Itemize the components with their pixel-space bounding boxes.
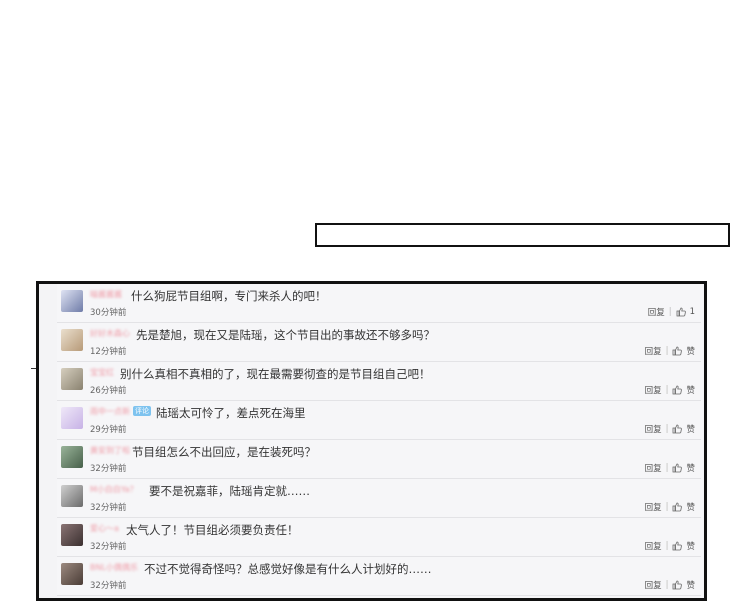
comment-actions: 回复 | 赞 [645, 462, 695, 474]
comment-row: BNL小偶偶乐 不过不觉得奇怪吗？总感觉好像是有什么人计划好的…… 32分钟前 … [57, 557, 701, 596]
divider: | [665, 424, 669, 434]
reply-button[interactable]: 回复 [645, 345, 662, 357]
comment-username[interactable]: M小白白Ya？ [90, 484, 138, 495]
divider: | [665, 463, 669, 473]
avatar[interactable] [61, 485, 83, 507]
reply-button[interactable]: 回复 [645, 579, 662, 591]
thumbs-up-icon[interactable] [676, 307, 686, 317]
divider: | [665, 541, 669, 551]
reply-button[interactable]: 回复 [645, 462, 662, 474]
comment-row: 宝宝红 别什么真相不真相的了，现在最需要彻查的是节目组自己吧！ 26分钟前 回复… [57, 362, 701, 401]
comment-row: 黄安到了啦 节目组怎么不出回应，是在装死吗？ 32分钟前 回复 | 赞 [57, 440, 701, 479]
comment-text: 节目组怎么不出回应，是在装死吗？ [132, 445, 316, 459]
reply-button[interactable]: 回复 [645, 501, 662, 513]
comment-actions: 回复 | 赞 [645, 540, 695, 552]
avatar[interactable] [61, 290, 83, 312]
divider: | [668, 307, 672, 317]
comment-actions: 回复 | 1 [648, 306, 695, 318]
comment-actions: 回复 | 赞 [645, 384, 695, 396]
like-label: 赞 [686, 503, 695, 513]
avatar[interactable] [61, 368, 83, 390]
comment-username[interactable]: 宝宝红 [90, 367, 114, 378]
comment-time: 12分钟前 [90, 347, 127, 357]
comment-text: 太气人了！节目组必须要负责任！ [126, 523, 299, 537]
avatar[interactable] [61, 407, 83, 429]
comment-username[interactable]: 喵酱酱酱 [90, 289, 122, 300]
comment-actions: 回复 | 赞 [645, 345, 695, 357]
comment-text: 先是楚旭，现在又是陆瑶，这个节目出的事故还不够多吗？ [136, 328, 435, 342]
comment-username[interactable]: 爱心～a [90, 523, 119, 534]
comment-text: 不过不觉得奇怪吗？总感觉好像是有什么人计划好的…… [144, 562, 432, 576]
divider: | [665, 502, 669, 512]
thumbs-up-icon[interactable] [672, 580, 683, 590]
comment-row: 好好木森心 先是楚旭，现在又是陆瑶，这个节目出的事故还不够多吗？ 12分钟前 回… [57, 323, 701, 362]
comment-time: 29分钟前 [90, 425, 127, 435]
reply-button[interactable]: 回复 [648, 306, 665, 318]
like-label: 赞 [686, 542, 695, 552]
comment-username[interactable]: 雨中一点新 [90, 406, 130, 417]
thumbs-up-icon[interactable] [672, 424, 683, 434]
comment-text: 陆瑶太可怜了，差点死在海里 [156, 406, 306, 420]
comment-row: M小白白Ya？ 要不是祝嘉菲，陆瑶肯定就…… 32分钟前 回复 | 赞 [57, 479, 701, 518]
comment-time: 32分钟前 [90, 542, 127, 552]
comment-row: 雨中一点新 评论 陆瑶太可怜了，差点死在海里 29分钟前 回复 | 赞 [57, 401, 701, 440]
comment-row: 喵酱酱酱 什么狗屁节目组啊，专门来杀人的吧！ 30分钟前 回复 | 1 [57, 284, 701, 323]
comment-time: 32分钟前 [90, 503, 127, 513]
divider: | [665, 580, 669, 590]
comment-actions: 回复 | 赞 [645, 579, 695, 591]
comment-time: 26分钟前 [90, 386, 127, 396]
like-label: 赞 [686, 425, 695, 435]
avatar[interactable] [61, 446, 83, 468]
avatar[interactable] [61, 524, 83, 546]
avatar[interactable] [61, 329, 83, 351]
thumbs-up-icon[interactable] [672, 346, 683, 356]
divider: | [665, 385, 669, 395]
comment-username[interactable]: BNL小偶偶乐 [90, 562, 138, 573]
reply-button[interactable]: 回复 [645, 540, 662, 552]
user-badge: 评论 [133, 406, 151, 416]
reply-button[interactable]: 回复 [645, 384, 662, 396]
comment-panel: 喵酱酱酱 什么狗屁节目组啊，专门来杀人的吧！ 30分钟前 回复 | 1 好好木森… [36, 281, 707, 601]
like-label: 赞 [686, 386, 695, 396]
comment-time: 30分钟前 [90, 308, 127, 318]
thumbs-up-icon[interactable] [672, 541, 683, 551]
header-bar [315, 223, 730, 247]
comment-text: 什么狗屁节目组啊，专门来杀人的吧！ [131, 289, 327, 303]
comment-text: 别什么真相不真相的了，现在最需要彻查的是节目组自己吧！ [120, 367, 431, 381]
like-label: 赞 [686, 581, 695, 591]
comment-time: 32分钟前 [90, 464, 127, 474]
comment-time: 32分钟前 [90, 581, 127, 591]
thumbs-up-icon[interactable] [672, 502, 683, 512]
like-count: 1 [689, 307, 695, 317]
comment-username[interactable]: 黄安到了啦 [90, 445, 130, 456]
comment-actions: 回复 | 赞 [645, 423, 695, 435]
divider: | [665, 346, 669, 356]
like-label: 赞 [686, 464, 695, 474]
comment-row: 爱心～a 太气人了！节目组必须要负责任！ 32分钟前 回复 | 赞 [57, 518, 701, 557]
avatar[interactable] [61, 563, 83, 585]
comment-list: 喵酱酱酱 什么狗屁节目组啊，专门来杀人的吧！ 30分钟前 回复 | 1 好好木森… [57, 284, 703, 598]
thumbs-up-icon[interactable] [672, 463, 683, 473]
reply-button[interactable]: 回复 [645, 423, 662, 435]
comment-username[interactable]: 好好木森心 [90, 328, 130, 339]
thumbs-up-icon[interactable] [672, 385, 683, 395]
comment-actions: 回复 | 赞 [645, 501, 695, 513]
like-label: 赞 [686, 347, 695, 357]
comment-text: 要不是祝嘉菲，陆瑶肯定就…… [149, 484, 310, 498]
